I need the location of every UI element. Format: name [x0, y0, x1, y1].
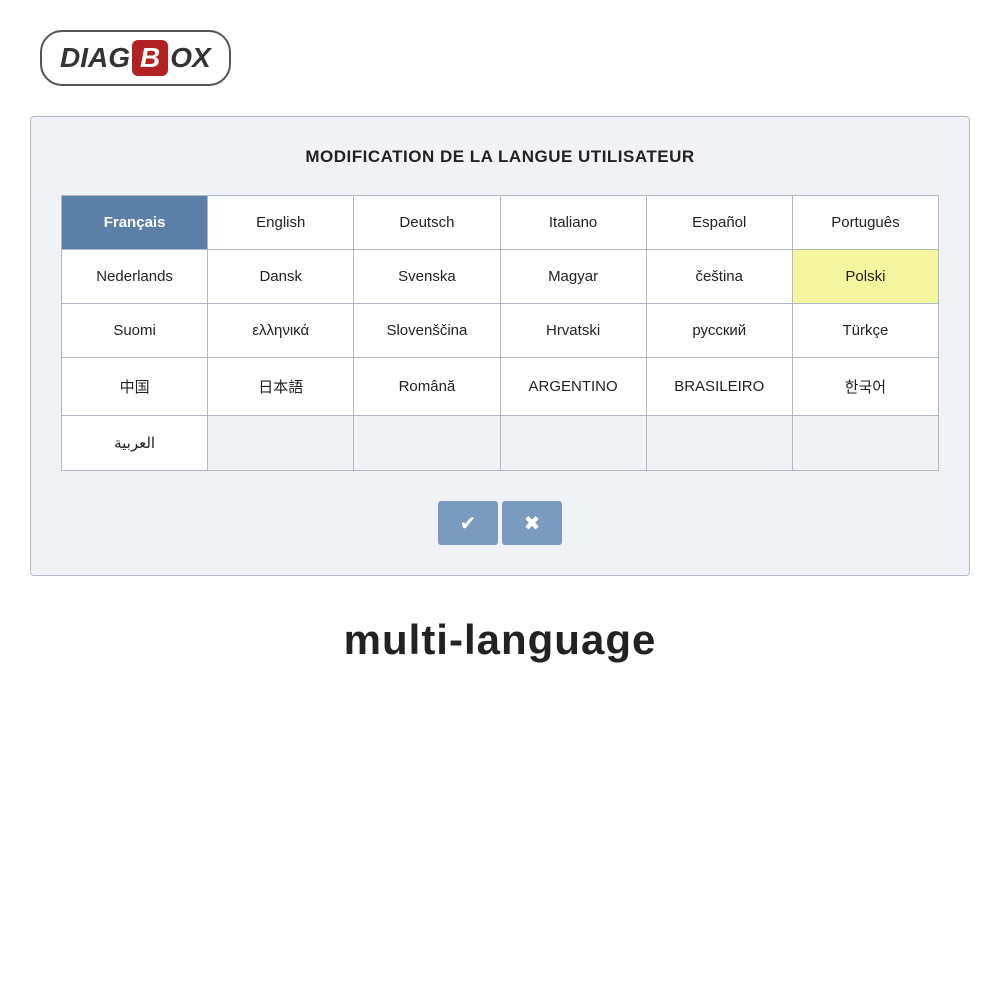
- lang-button-english[interactable]: English: [208, 196, 354, 250]
- lang-button-italiano[interactable]: Italiano: [501, 196, 647, 250]
- dialog-title: MODIFICATION DE LA LANGUE UTILISATEUR: [61, 147, 939, 167]
- diagbox-logo: D IAG B OX: [40, 30, 231, 86]
- lang-button-brasileiro[interactable]: BRASILEIRO: [647, 358, 793, 416]
- lang-button-hrvatski[interactable]: Hrvatski: [501, 304, 647, 358]
- lang-button-deutsch[interactable]: Deutsch: [354, 196, 500, 250]
- lang-button-sloven--ina[interactable]: Slovenščina: [354, 304, 500, 358]
- lang-button--e-tina[interactable]: čeština: [647, 250, 793, 304]
- lang-button-nederlands[interactable]: Nederlands: [62, 250, 208, 304]
- bottom-label: multi-language: [344, 616, 657, 664]
- lang-button-espa-ol[interactable]: Español: [647, 196, 793, 250]
- lang-button---[interactable]: 中国: [62, 358, 208, 416]
- language-grid: FrançaisEnglishDeutschItalianoEspañolPor…: [61, 195, 939, 471]
- lang-button-suomi[interactable]: Suomi: [62, 304, 208, 358]
- lang-button-t-rk-e[interactable]: Türkçe: [793, 304, 939, 358]
- logo-b-letter: B: [140, 42, 160, 73]
- lang-cell-empty: [501, 416, 647, 471]
- logo-iag-letters: IAG: [80, 42, 130, 74]
- logo-area: D IAG B OX: [0, 0, 1000, 106]
- logo-ox-letters: OX: [170, 42, 210, 74]
- lang-button--------[interactable]: русский: [647, 304, 793, 358]
- lang-cell-empty: [354, 416, 500, 471]
- cancel-button[interactable]: ✖: [502, 501, 562, 545]
- logo-d-letter: D: [60, 42, 80, 74]
- action-row: ✔ ✖: [61, 501, 939, 545]
- lang-button-magyar[interactable]: Magyar: [501, 250, 647, 304]
- lang-cell-empty: [208, 416, 354, 471]
- confirm-button[interactable]: ✔: [438, 501, 498, 545]
- lang-button----[interactable]: 한국어: [793, 358, 939, 416]
- language-dialog: MODIFICATION DE LA LANGUE UTILISATEUR Fr…: [30, 116, 970, 576]
- lang-button---------[interactable]: ελληνικά: [208, 304, 354, 358]
- lang-button----[interactable]: 日本語: [208, 358, 354, 416]
- lang-button--------[interactable]: العربية: [62, 416, 208, 471]
- lang-button-svenska[interactable]: Svenska: [354, 250, 500, 304]
- logo-b-box: B: [132, 40, 168, 76]
- lang-button-rom-n-[interactable]: Română: [354, 358, 500, 416]
- lang-button-fran-ais[interactable]: Français: [62, 196, 208, 250]
- lang-button-argentino[interactable]: ARGENTINO: [501, 358, 647, 416]
- lang-button-polski[interactable]: Polski: [793, 250, 939, 304]
- lang-cell-empty: [793, 416, 939, 471]
- lang-button-dansk[interactable]: Dansk: [208, 250, 354, 304]
- lang-button-portugu-s[interactable]: Português: [793, 196, 939, 250]
- lang-cell-empty: [647, 416, 793, 471]
